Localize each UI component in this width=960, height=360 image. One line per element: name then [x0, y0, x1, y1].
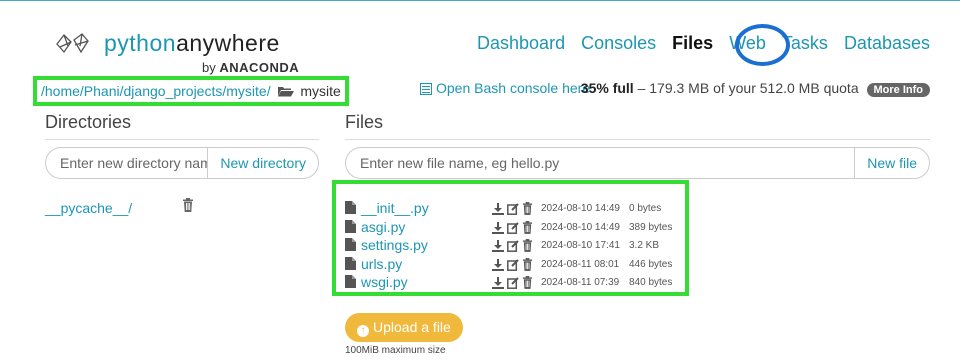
edit-icon[interactable]	[507, 221, 519, 234]
breadcrumb-home[interactable]: /home	[41, 83, 80, 99]
logo-python-text: python	[104, 30, 177, 56]
file-size: 0 bytes	[629, 203, 662, 214]
directories-header: Directories	[45, 112, 319, 140]
breadcrumb-current: mysite	[300, 83, 341, 99]
download-icon[interactable]	[492, 277, 504, 289]
new-file-button[interactable]: New file	[854, 147, 930, 179]
edit-icon[interactable]	[507, 258, 519, 271]
download-icon[interactable]	[492, 203, 504, 215]
web-annotation-circle	[735, 24, 790, 66]
file-row: settings.py 2024-08-10 17:41 3.2 KB	[345, 236, 659, 255]
upload-file-label: Upload a file	[373, 319, 451, 335]
new-directory-input[interactable]: Enter new directory name	[45, 147, 208, 179]
files-header: Files	[345, 112, 930, 140]
file-icon	[345, 256, 356, 270]
new-file-form: Enter new file name, eg hello.py New fil…	[345, 147, 930, 179]
file-actions	[492, 236, 536, 255]
file-size: 3.2 KB	[629, 240, 660, 251]
nav-databases[interactable]: Databases	[844, 33, 930, 53]
file-row: wsgi.py 2024-08-11 07:39 840 bytes	[345, 273, 672, 292]
file-modified-date: 2024-08-11 07:39	[541, 277, 620, 288]
nav-consoles[interactable]: Consoles	[581, 33, 656, 53]
logo-by-text: by	[202, 60, 216, 75]
quota-percent: 35% full	[580, 80, 634, 96]
top-nav: Dashboard Consoles Files Web Tasks Datab…	[466, 33, 930, 54]
file-icon	[345, 275, 356, 288]
breadcrumb-phani[interactable]: /Phani	[80, 83, 120, 99]
nav-files[interactable]: Files	[672, 33, 713, 53]
breadcrumb: /home/Phani/django_projects/mysite/ mysi…	[33, 76, 349, 106]
file-modified-date: 2024-08-10 14:49	[541, 221, 620, 233]
disk-quota: 35% full – 179.3 MB of your 512.0 MB quo…	[581, 80, 930, 97]
file-icon	[345, 201, 356, 214]
file-icon	[345, 238, 356, 251]
open-bash-console-link[interactable]: Open Bash console here	[420, 80, 590, 96]
delete-directory-trash-icon[interactable]	[182, 198, 194, 212]
snake-logo-icon	[56, 33, 89, 54]
upload-size-note: 100MiB maximum size	[345, 345, 446, 356]
directory-item-pycache[interactable]: __pycache__/	[45, 200, 132, 216]
edit-icon[interactable]	[507, 277, 519, 289]
open-bash-console-label: Open Bash console here	[436, 80, 591, 96]
upload-file-button[interactable]: ↑ Upload a file	[345, 313, 463, 342]
logo-anywhere-text: anywhere	[176, 30, 280, 56]
download-icon[interactable]	[492, 258, 504, 271]
quota-detail: – 179.3 MB of your 512.0 MB quota	[633, 80, 859, 96]
file-row: __init__.py 2024-08-10 14:49 0 bytes	[345, 199, 661, 218]
delete-file-trash-icon[interactable]	[522, 276, 533, 289]
upload-arrow-icon: ↑	[357, 325, 369, 337]
file-link[interactable]: asgi.py	[361, 219, 405, 235]
file-modified-date: 2024-08-10 14:49	[541, 203, 620, 214]
delete-file-trash-icon[interactable]	[522, 257, 533, 271]
logo-anaconda-text: ANACONDA	[219, 60, 300, 75]
file-actions	[492, 199, 536, 218]
new-directory-button[interactable]: New directory	[207, 147, 319, 179]
file-link[interactable]: wsgi.py	[361, 274, 408, 290]
file-modified-date: 2024-08-10 17:41	[541, 240, 620, 251]
file-size: 389 bytes	[629, 221, 673, 233]
breadcrumb-django-projects[interactable]: /django_projects	[120, 83, 223, 99]
edit-icon[interactable]	[507, 240, 519, 252]
file-link[interactable]: __init__.py	[361, 200, 429, 216]
file-actions	[492, 255, 536, 274]
console-icon	[420, 83, 432, 95]
nav-dashboard[interactable]: Dashboard	[477, 33, 565, 53]
file-link[interactable]: urls.py	[361, 256, 402, 272]
file-link[interactable]: settings.py	[361, 237, 428, 253]
delete-file-trash-icon[interactable]	[522, 239, 533, 252]
download-icon[interactable]	[492, 221, 504, 234]
file-size: 446 bytes	[629, 258, 673, 270]
delete-file-trash-icon[interactable]	[522, 220, 533, 234]
file-row: asgi.py 2024-08-10 14:49 389 bytes	[345, 218, 672, 237]
more-info-button[interactable]: More Info	[866, 83, 930, 97]
new-directory-form: Enter new directory name New directory	[45, 147, 319, 179]
edit-icon[interactable]	[507, 203, 519, 215]
delete-file-trash-icon[interactable]	[522, 202, 533, 215]
breadcrumb-mysite[interactable]: /mysite/	[222, 83, 270, 99]
file-row: urls.py 2024-08-11 08:01 446 bytes	[345, 255, 672, 274]
file-size: 840 bytes	[629, 277, 673, 288]
top-border	[0, 0, 960, 1]
new-file-input[interactable]: Enter new file name, eg hello.py	[345, 147, 855, 179]
file-actions	[492, 273, 536, 292]
download-icon[interactable]	[492, 240, 504, 252]
file-modified-date: 2024-08-11 08:01	[541, 258, 620, 270]
file-actions	[492, 218, 536, 237]
folder-open-icon	[277, 87, 294, 97]
file-icon	[345, 219, 356, 233]
